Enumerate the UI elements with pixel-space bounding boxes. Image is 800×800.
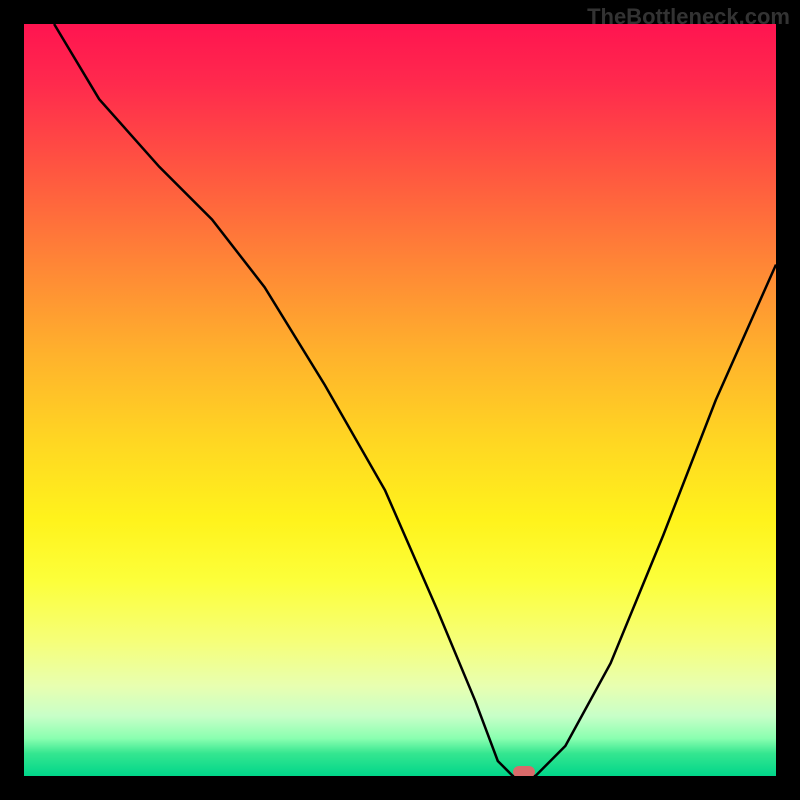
- plot-area: [24, 24, 776, 776]
- watermark-text: TheBottleneck.com: [587, 4, 790, 30]
- optimal-marker: [513, 766, 535, 776]
- curve-svg: [24, 24, 776, 776]
- bottleneck-curve: [54, 24, 776, 776]
